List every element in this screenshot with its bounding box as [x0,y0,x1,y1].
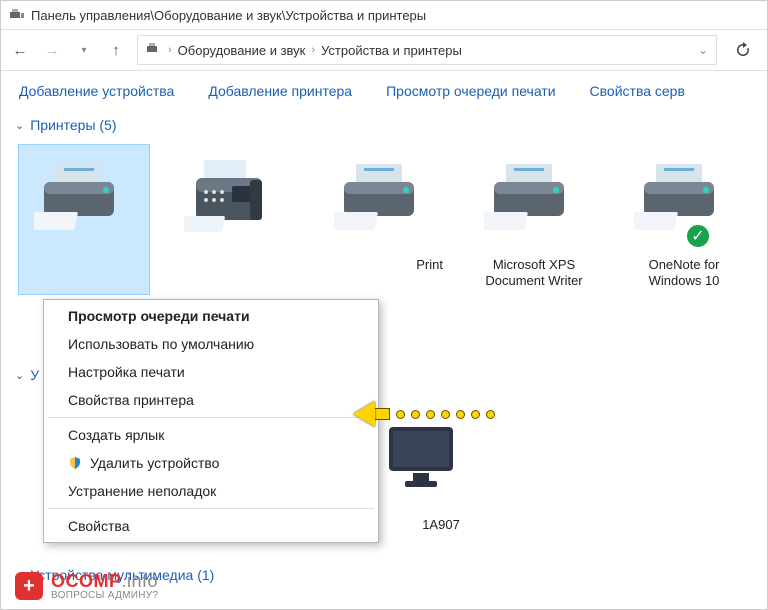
shield-icon [68,456,82,470]
add-device-link[interactable]: Добавление устройства [19,83,174,99]
breadcrumb-seg[interactable]: Оборудование и звук [178,43,306,58]
group-printers-header[interactable]: ⌄ Принтеры (5) [1,113,767,137]
view-queue-link[interactable]: Просмотр очереди печати [386,83,555,99]
printer-icon [21,151,147,251]
window-titlebar: Панель управления\Оборудование и звук\Ус… [1,1,767,29]
breadcrumb-seg[interactable]: Устройства и принтеры [321,43,462,58]
group-label: Принтеры (5) [30,117,116,133]
watermark-brand: OCOMP [51,571,122,591]
menu-printer-props[interactable]: Свойства принтера [46,386,376,414]
plus-icon: + [15,572,43,600]
chevron-down-icon[interactable]: ⌄ [698,43,708,57]
device-label: Microsoft XPS Document Writer [471,257,597,290]
recent-dropdown[interactable]: ▾ [73,39,95,61]
window-title: Панель управления\Оборудование и звук\Ус… [31,8,426,23]
add-printer-link[interactable]: Добавление принтера [208,83,352,99]
menu-properties[interactable]: Свойства [46,512,376,540]
menu-remove-device[interactable]: Удалить устройство [46,449,376,477]
device-item[interactable]: Microsoft XPS Document Writer [469,145,599,294]
device-label: OneNote for Windows 10 [621,257,747,290]
watermark-suffix: .info [122,571,159,591]
menu-separator [48,417,374,418]
server-props-link[interactable]: Свойства серв [590,83,685,99]
back-button[interactable]: ← [9,39,31,61]
devices-icon [9,7,25,23]
watermark-sub: ВОПРОСЫ АДМИНУ? [51,590,158,601]
devices-icon [146,41,162,60]
device-item[interactable] [169,145,299,294]
printers-grid: Print Microsoft XPS Document Writer [1,137,767,302]
printer-icon [621,151,747,251]
forward-button[interactable]: → [41,39,63,61]
printer-icon [471,151,597,251]
chevron-right-icon: › [168,44,172,56]
menu-label: Удалить устройство [90,455,219,471]
context-menu: Просмотр очереди печати Использовать по … [43,299,379,543]
command-bar: Добавление устройства Добавление принтер… [1,71,767,113]
watermark: + OCOMP.info ВОПРОСЫ АДМИНУ? [15,571,158,601]
navigation-bar: ← → ▾ ↑ › Оборудование и звук › Устройст… [1,29,767,71]
chevron-right-icon: › [311,44,315,56]
menu-troubleshoot[interactable]: Устранение неполадок [46,477,376,505]
menu-view-queue[interactable]: Просмотр очереди печати [46,302,376,330]
fax-icon [171,151,297,251]
device-label: 1A907 [381,517,501,532]
up-button[interactable]: ↑ [105,39,127,61]
breadcrumb[interactable]: › Оборудование и звук › Устройства и при… [137,35,717,65]
menu-separator [48,508,374,509]
annotation-arrow [353,401,495,427]
device-item[interactable] [19,145,149,294]
device-item[interactable]: ✓ OneNote for Windows 10 [619,145,749,294]
device-item[interactable] [381,421,461,511]
group-label: У [30,367,39,383]
device-item[interactable]: Print [319,145,449,294]
refresh-button[interactable] [727,35,759,65]
menu-print-prefs[interactable]: Настройка печати [46,358,376,386]
printer-icon [321,151,447,251]
monitor-icon [381,421,461,491]
menu-create-shortcut[interactable]: Создать ярлык [46,421,376,449]
menu-set-default[interactable]: Использовать по умолчанию [46,330,376,358]
chevron-down-icon: ⌄ [15,369,24,382]
default-check-icon: ✓ [685,223,711,249]
device-label: Print [321,257,447,273]
chevron-down-icon: ⌄ [15,119,24,132]
